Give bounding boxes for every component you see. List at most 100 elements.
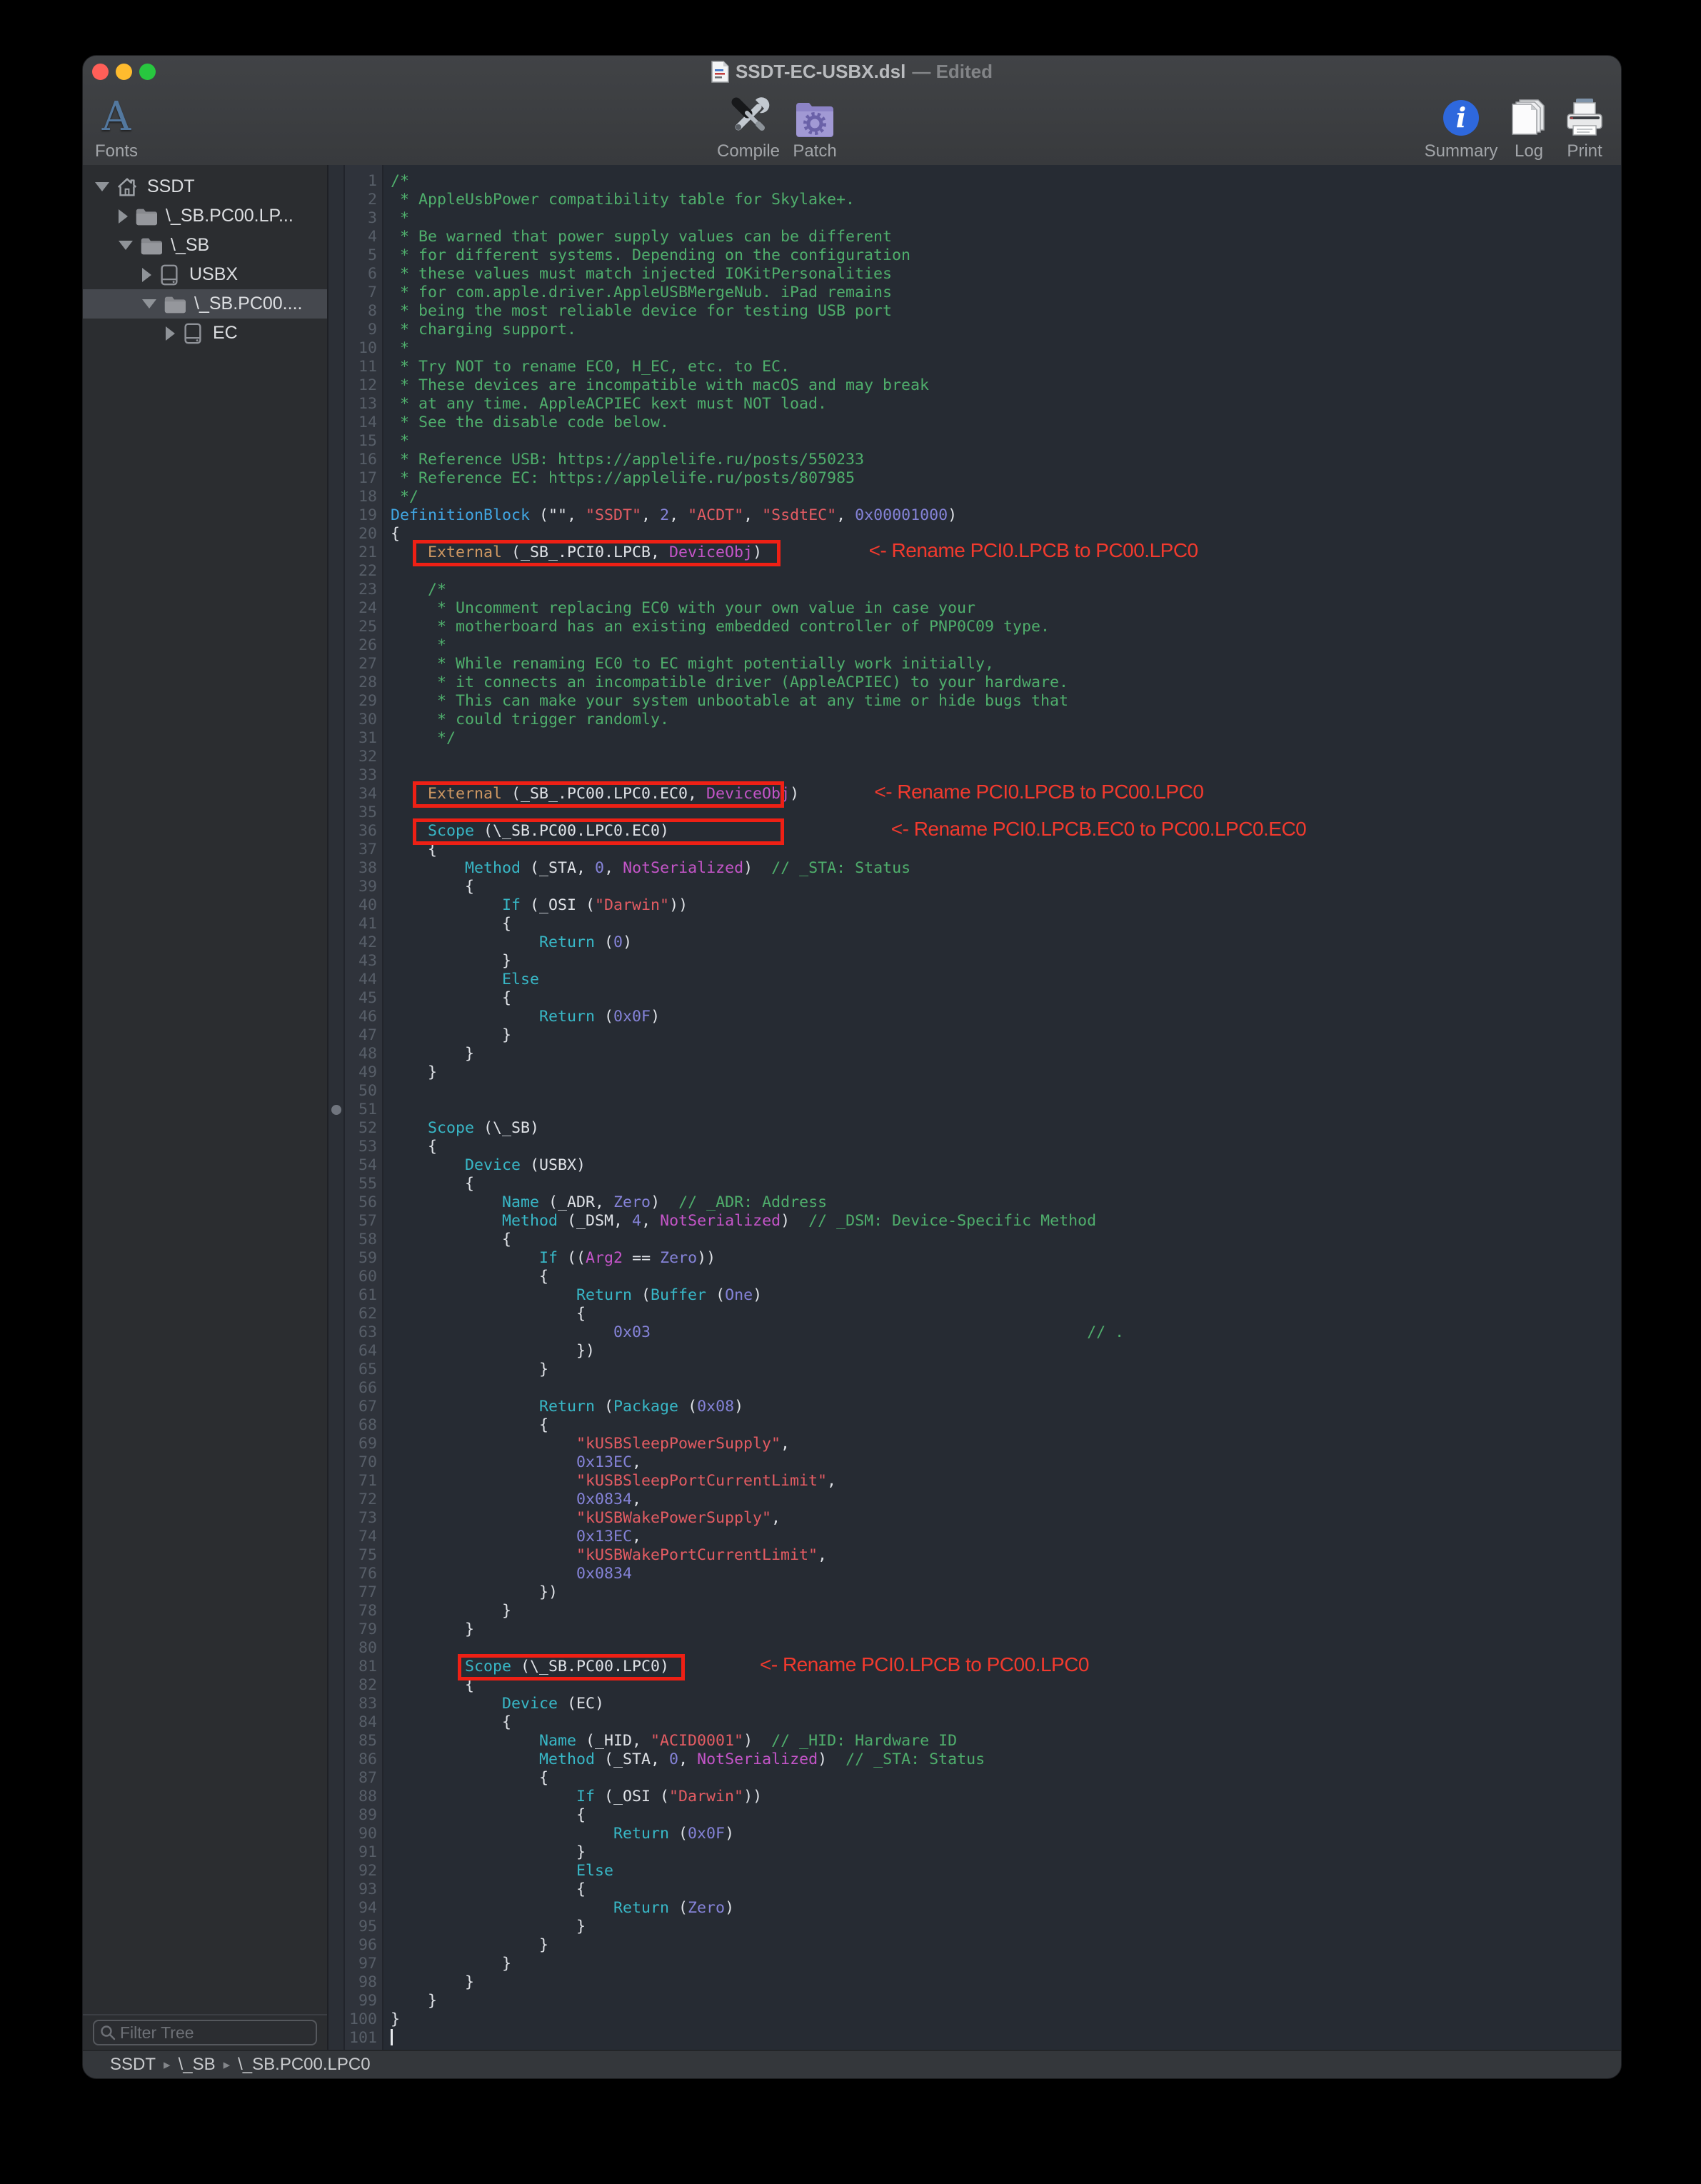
code-line[interactable]: 28 * it connects an incompatible driver … [328, 673, 1621, 692]
code-line[interactable]: 78 } [328, 1602, 1621, 1621]
code-line[interactable]: 65 } [328, 1361, 1621, 1379]
code-line[interactable]: 45 { [328, 989, 1621, 1008]
code-line[interactable]: 91 } [328, 1843, 1621, 1862]
breadcrumb-item[interactable]: \_SB [179, 2055, 216, 2075]
code-line[interactable]: 3 * [328, 209, 1621, 228]
code-line[interactable]: 5 * for different systems. Depending on … [328, 246, 1621, 265]
code-line[interactable]: 93 { [328, 1880, 1621, 1899]
code-line[interactable]: 73 "kUSBWakePowerSupply", [328, 1509, 1621, 1528]
code-line[interactable]: 76 0x0834 [328, 1565, 1621, 1583]
tree-item--sb-pc00-lp-[interactable]: \_SB.PC00.LP... [83, 201, 327, 231]
code-line[interactable]: 8 * being the most reliable device for t… [328, 302, 1621, 321]
code-line[interactable]: 7 * for com.apple.driver.AppleUSBMergeNu… [328, 284, 1621, 302]
code-line[interactable]: 17 * Reference EC: https://applelife.ru/… [328, 469, 1621, 488]
toolbar-item-patch[interactable]: Patch [768, 91, 861, 161]
code-line[interactable]: 9 * charging support. [328, 321, 1621, 339]
code-line[interactable]: 41 { [328, 915, 1621, 933]
disclosure-triangle[interactable] [166, 326, 175, 341]
code-line[interactable]: 101 [328, 2029, 1621, 2048]
code-line[interactable]: 61 Return (Buffer (One) [328, 1286, 1621, 1305]
code-line[interactable]: 50 [328, 1082, 1621, 1101]
code-line[interactable]: 11 * Try NOT to rename EC0, H_EC, etc. t… [328, 358, 1621, 376]
code-line[interactable]: 52 Scope (\_SB) [328, 1119, 1621, 1138]
disclosure-triangle[interactable] [142, 268, 151, 282]
code-line[interactable]: 57 Method (_DSM, 4, NotSerialized) // _D… [328, 1212, 1621, 1231]
code-line[interactable]: 59 If ((Arg2 == Zero)) [328, 1249, 1621, 1268]
tree-item--sb[interactable]: \_SB [83, 231, 327, 260]
code-line[interactable]: 60 { [328, 1268, 1621, 1286]
code-editor[interactable]: 1/*2 * AppleUsbPower compatibility table… [328, 165, 1621, 2050]
code-line[interactable]: 38 Method (_STA, 0, NotSerialized) // _S… [328, 859, 1621, 878]
breadcrumb-item[interactable]: \_SB.PC00.LPC0 [238, 2055, 370, 2075]
code-line[interactable]: 84 { [328, 1713, 1621, 1732]
code-line[interactable]: 18 */ [328, 488, 1621, 506]
code-line[interactable]: 97 } [328, 1955, 1621, 1973]
code-line[interactable]: 16 * Reference USB: https://applelife.ru… [328, 451, 1621, 469]
code-line[interactable]: 86 Method (_STA, 0, NotSerialized) // _S… [328, 1750, 1621, 1769]
code-line[interactable]: 68 { [328, 1416, 1621, 1435]
code-line[interactable]: 67 Return (Package (0x08) [328, 1398, 1621, 1416]
code-line[interactable]: 64 }) [328, 1342, 1621, 1361]
code-line[interactable]: 69 "kUSBSleepPowerSupply", [328, 1435, 1621, 1453]
code-line[interactable]: 92 Else [328, 1862, 1621, 1880]
code-line[interactable]: 89 { [328, 1806, 1621, 1825]
code-line[interactable]: 74 0x13EC, [328, 1528, 1621, 1546]
disclosure-triangle[interactable] [119, 241, 133, 250]
toolbar-item-fonts[interactable]: AFonts [82, 91, 163, 161]
code-line[interactable]: 12 * These devices are incompatible with… [328, 376, 1621, 395]
code-line[interactable]: 47 } [328, 1026, 1621, 1045]
code-line[interactable]: 14 * See the disable code below. [328, 414, 1621, 432]
code-line[interactable]: 44 Else [328, 971, 1621, 989]
code-line[interactable]: 72 0x0834, [328, 1491, 1621, 1509]
tree-item-ssdt[interactable]: SSDT [83, 172, 327, 201]
code-line[interactable]: 23 /* [328, 581, 1621, 599]
breadcrumb-item[interactable]: SSDT [110, 2055, 156, 2075]
code-line[interactable]: 70 0x13EC, [328, 1453, 1621, 1472]
code-line[interactable]: 51 [328, 1101, 1621, 1119]
tree-item-usbx[interactable]: USBX [83, 260, 327, 289]
code-line[interactable]: 39 { [328, 878, 1621, 896]
filter-tree-input[interactable]: Filter Tree [93, 2020, 317, 2045]
code-line[interactable]: 24 * Uncomment replacing EC0 with your o… [328, 599, 1621, 618]
code-line[interactable]: 99 } [328, 1992, 1621, 2010]
code-line[interactable]: 34 External (_SB_.PC00.LPC0.EC0, DeviceO… [328, 785, 1621, 803]
toolbar-item-print[interactable]: Print [1538, 91, 1622, 161]
code-line[interactable]: 87 { [328, 1769, 1621, 1788]
code-line[interactable]: 63 0x03 // . [328, 1323, 1621, 1342]
code-line[interactable]: 26 * [328, 636, 1621, 655]
code-line[interactable]: 58 { [328, 1231, 1621, 1249]
code-line[interactable]: 53 { [328, 1138, 1621, 1156]
code-line[interactable]: 56 Name (_ADR, Zero) // _ADR: Address [328, 1193, 1621, 1212]
code-line[interactable]: 75 "kUSBWakePortCurrentLimit", [328, 1546, 1621, 1565]
code-line[interactable]: 94 Return (Zero) [328, 1899, 1621, 1918]
code-line[interactable]: 83 Device (EC) [328, 1695, 1621, 1713]
code-line[interactable]: 55 { [328, 1175, 1621, 1193]
code-line[interactable]: 43 } [328, 952, 1621, 971]
code-line[interactable]: 30 * could trigger randomly. [328, 711, 1621, 729]
code-line[interactable]: 1/* [328, 172, 1621, 191]
code-line[interactable]: 4 * Be warned that power supply values c… [328, 228, 1621, 246]
disclosure-triangle[interactable] [119, 209, 128, 224]
code-line[interactable]: 32 [328, 748, 1621, 766]
code-line[interactable]: 100} [328, 2010, 1621, 2029]
code-line[interactable]: 71 "kUSBSleepPortCurrentLimit", [328, 1472, 1621, 1491]
code-line[interactable]: 15 * [328, 432, 1621, 451]
code-line[interactable]: 36 Scope (\_SB.PC00.LPC0.EC0)<- Rename P… [328, 822, 1621, 841]
code-line[interactable]: 81 Scope (\_SB.PC00.LPC0)<- Rename PCI0.… [328, 1658, 1621, 1676]
code-line[interactable]: 79 } [328, 1621, 1621, 1639]
code-line[interactable]: 77 }) [328, 1583, 1621, 1602]
code-line[interactable]: 29 * This can make your system unbootabl… [328, 692, 1621, 711]
code-line[interactable]: 98 } [328, 1973, 1621, 1992]
tree-item-ec[interactable]: EC [83, 319, 327, 348]
code-line[interactable]: 21 External (_SB_.PCI0.LPCB, DeviceObj)<… [328, 544, 1621, 562]
code-line[interactable]: 40 If (_OSI ("Darwin")) [328, 896, 1621, 915]
code-line[interactable]: 96 } [328, 1936, 1621, 1955]
tree-item--sb-pc00-[interactable]: \_SB.PC00.... [83, 289, 327, 319]
code-line[interactable]: 46 Return (0x0F) [328, 1008, 1621, 1026]
code-line[interactable]: 27 * While renaming EC0 to EC might pote… [328, 655, 1621, 673]
code-line[interactable]: 48 } [328, 1045, 1621, 1063]
code-line[interactable]: 90 Return (0x0F) [328, 1825, 1621, 1843]
disclosure-triangle[interactable] [95, 182, 109, 191]
code-line[interactable]: 2 * AppleUsbPower compatibility table fo… [328, 191, 1621, 209]
code-line[interactable]: 19DefinitionBlock ("", "SSDT", 2, "ACDT"… [328, 506, 1621, 525]
